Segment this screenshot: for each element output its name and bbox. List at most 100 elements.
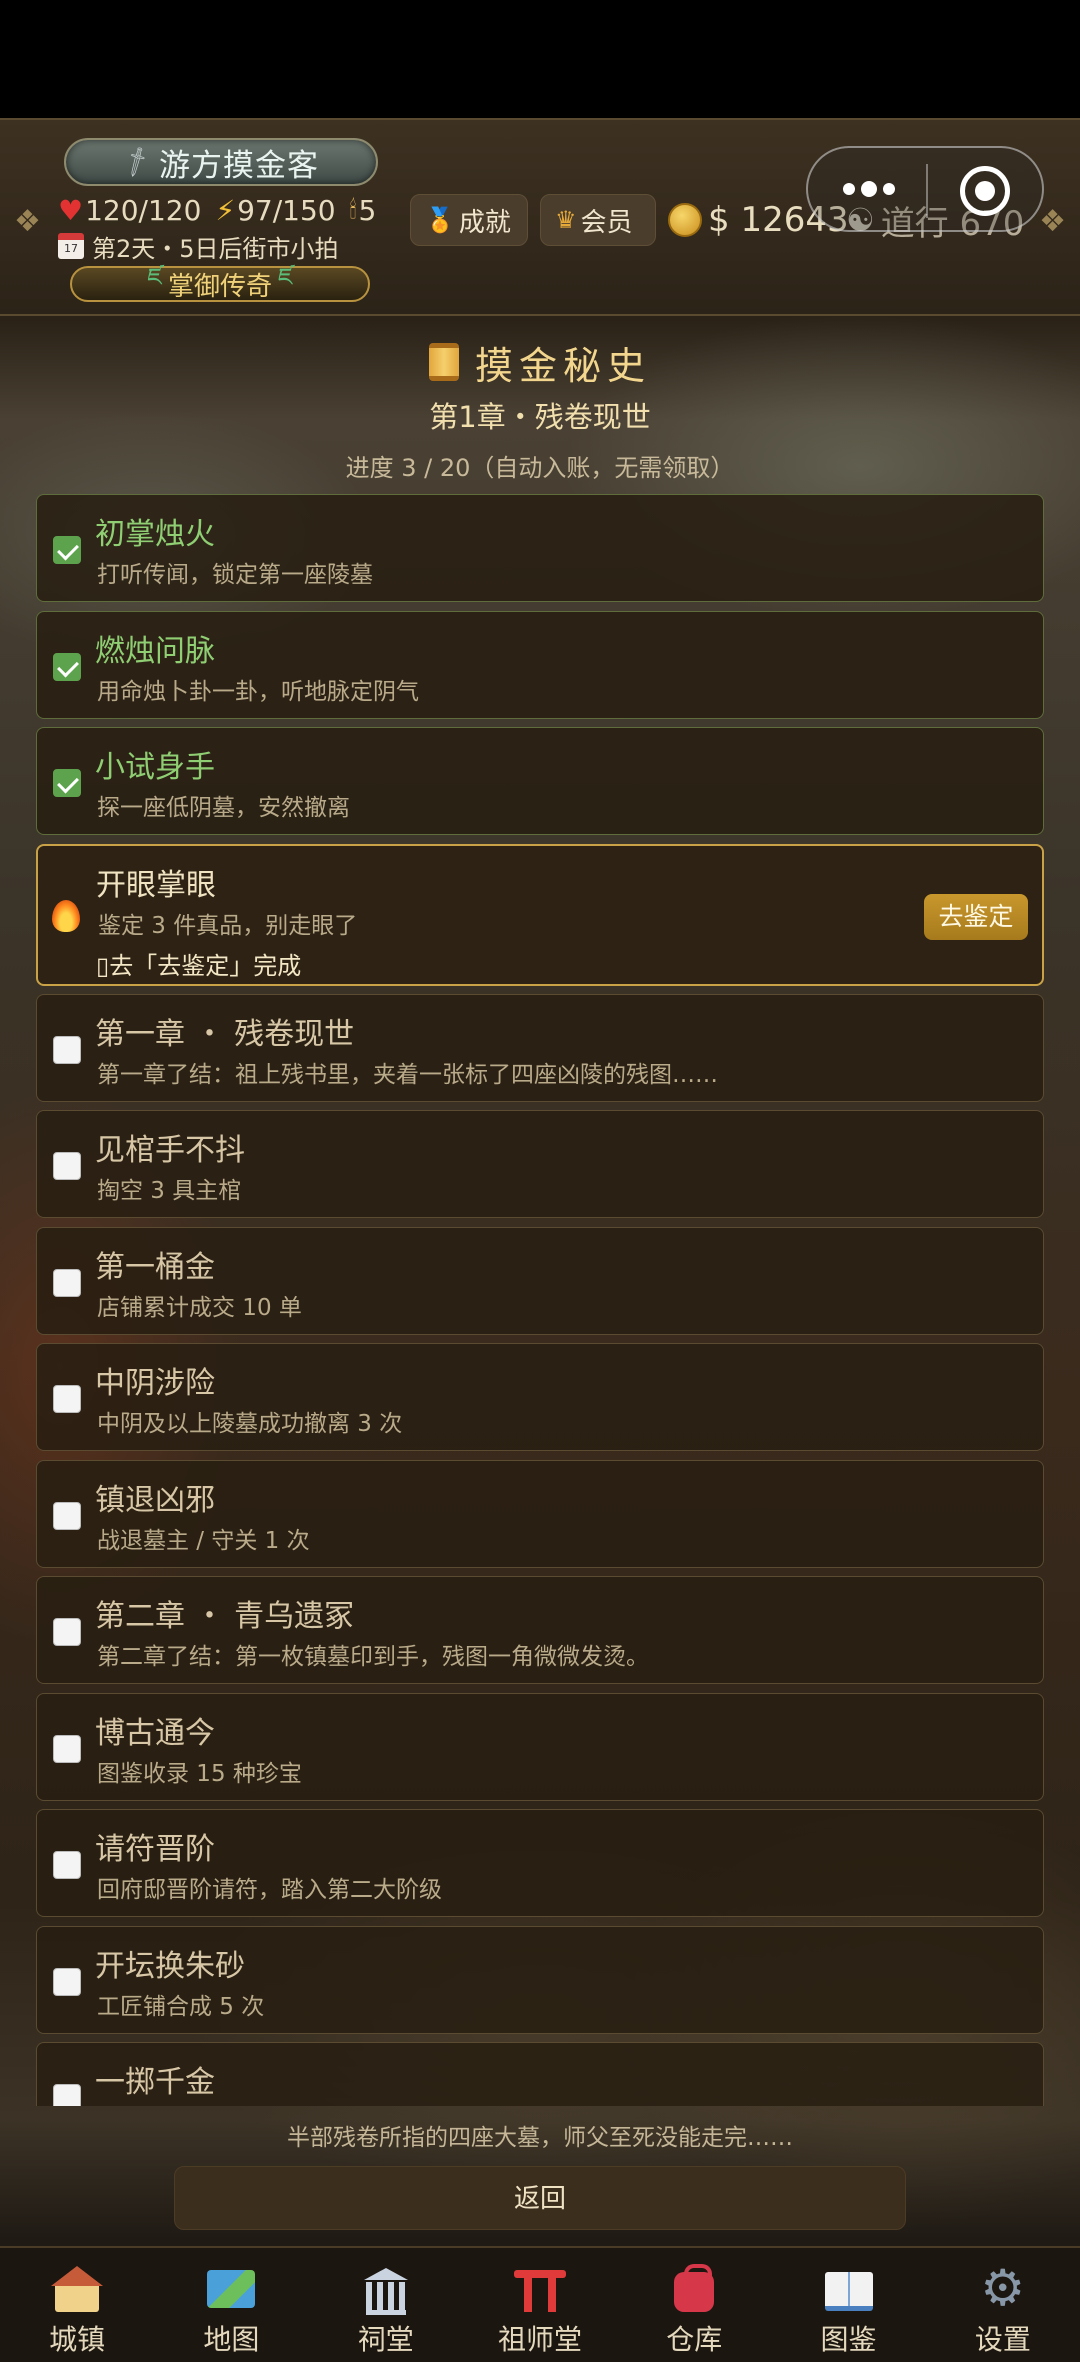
quest-desc: 探一座低阴墓，安然撤离 [97, 795, 350, 821]
player-header: ❖ ❖ 🗡 游方摸金客 ♥ 120/120 ⚡ 97/150 🕯 5 17 第2… [0, 118, 1080, 316]
day-row: 17 第2天・5日后街市小拍 [58, 228, 339, 264]
quest-desc: 工匠铺合成 5 次 [97, 1993, 265, 2020]
quest-item[interactable]: 第一章 ・ 残卷现世第一章了结：祖上残书里，夹着一张标了四座凶陵的残图…… [36, 993, 1044, 1102]
nav-label: 设置 [974, 2323, 1031, 2356]
nav-label: 祖师堂 [497, 2323, 582, 2356]
hp-stat: ♥ 120/120 [58, 194, 201, 227]
quest-item[interactable]: 中阴涉险 中阴及以上陵墓成功撤离 3 次 [36, 1343, 1044, 1451]
bottom-nav: 城镇 地图 祠堂 祖师堂 仓库 图鉴 ⚙ 设置 [0, 2246, 1080, 2362]
quest-checkbox [53, 1851, 81, 1879]
quest-checkbox [53, 652, 81, 681]
map-icon [203, 2260, 259, 2316]
quest-checkbox [53, 1967, 81, 1996]
quest-desc: 第一章了结：祖上残书里，夹着一张标了四座凶陵的残图…… [97, 1061, 718, 1088]
quest-item[interactable]: 第一桶金店铺累计成交 10 单 [36, 1226, 1044, 1335]
quest-desc: 鉴定 3 件真品，别走眼了 [98, 912, 358, 939]
quest-checkbox [53, 1734, 81, 1763]
nav-item[interactable]: ⚙ 设置 [926, 2248, 1080, 2362]
quest-title: 小试身手 [95, 750, 215, 785]
quest-checkbox [53, 1385, 81, 1413]
quest-desc: 用命烛卜卦一卦，听地脉定阴气 [97, 678, 419, 705]
quest-list[interactable]: 初掌烛火打听传闻，锁定第一座陵墓燃烛问脉用命烛卜卦一卦，听地脉定阴气小试身手探一… [36, 494, 1044, 2106]
candle-icon: 🕯 [349, 196, 357, 224]
nav-item[interactable]: 城镇 [0, 2248, 154, 2362]
day-info: 第2天・5日后街市小拍 [92, 234, 339, 263]
book-icon [821, 2260, 877, 2316]
quest-item[interactable]: 初掌烛火打听传闻，锁定第一座陵墓 [36, 494, 1044, 602]
quest-item[interactable]: 镇退凶邪战退墓主 / 守关 1 次 [36, 1459, 1044, 1568]
quest-title: 开坛换朱砂 [95, 1948, 245, 1984]
fire-icon [52, 899, 80, 932]
house-icon [49, 2260, 105, 2316]
crown-icon: ♛ [555, 206, 577, 234]
more-icon[interactable] [836, 174, 902, 204]
temple-icon [358, 2260, 414, 2316]
stats-row: ♥ 120/120 ⚡ 97/150 🕯 5 [58, 190, 376, 230]
quest-title: 镇退凶邪 [95, 1482, 215, 1518]
player-name-plaque[interactable]: 🗡 游方摸金客 [64, 138, 378, 186]
nav-item[interactable]: 祠堂 [309, 2248, 463, 2362]
coin-icon [668, 203, 702, 237]
scroll-icon [428, 343, 459, 381]
sword-icon: 🗡 [118, 144, 156, 180]
nav-label: 祠堂 [357, 2323, 414, 2356]
quest-checkbox [53, 536, 81, 564]
quest-item[interactable]: 燃烛问脉用命烛卜卦一卦，听地脉定阴气 [36, 610, 1044, 719]
candle-stat: 🕯 5 [350, 194, 377, 227]
quest-item[interactable]: 一掷千金 [36, 2042, 1044, 2106]
page-title-text: 摸金秘史 [474, 343, 651, 388]
page-title: 摸金秘史 [0, 334, 1080, 390]
quest-title: 第一桶金 [95, 1249, 215, 1285]
quest-checkbox [53, 1501, 81, 1530]
calendar-icon: 17 [58, 233, 84, 259]
rank-title: 掌御传奇 [167, 271, 272, 302]
close-target-icon[interactable] [960, 166, 1010, 216]
nav-item[interactable]: 图鉴 [771, 2248, 925, 2362]
quest-item[interactable]: 博古通今 图鉴收录 15 种珍宝 [36, 1692, 1044, 1801]
nav-label: 地图 [203, 2323, 260, 2356]
nav-label: 仓库 [666, 2323, 723, 2356]
nav-item[interactable]: 祖师堂 [463, 2248, 617, 2362]
quest-item[interactable]: 见棺手不抖 掏空 3 具主棺 [36, 1110, 1044, 1218]
app-root: ❖ ❖ 🗡 游方摸金客 ♥ 120/120 ⚡ 97/150 🕯 5 17 第2… [0, 0, 1080, 2362]
quest-desc: 店铺累计成交 10 单 [97, 1294, 302, 1321]
quest-title: 博古通今 [95, 1715, 215, 1751]
quest-checkbox [53, 1618, 81, 1646]
quest-title: 请符晋阶 [95, 1832, 215, 1867]
backpack-icon [666, 2260, 722, 2316]
quest-desc: 打听传闻，锁定第一座陵墓 [97, 562, 373, 588]
lightning-icon: ⚡ [215, 193, 236, 227]
footer-quote: 半部残卷所指的四座大墓，师父至死没能走完…… [287, 2125, 793, 2151]
ornament-right-icon: ❖ [1039, 204, 1066, 239]
candle-value: 5 [358, 193, 377, 227]
energy-value: 97/150 [237, 193, 336, 227]
quest-desc: 战退墓主 / 守关 1 次 [97, 1527, 310, 1554]
quest-item[interactable]: 小试身手探一座低阴墓，安然撤离 [36, 727, 1044, 835]
energy-stat: ⚡ 97/150 [215, 194, 335, 227]
quest-title: 第一章 ・ 残卷现世 [95, 1016, 355, 1052]
quest-title: 开眼掌眼 [96, 867, 216, 903]
member-label: 会员 [580, 207, 633, 238]
heart-icon: ♥ [58, 193, 84, 227]
back-button[interactable]: 返回 [174, 2166, 906, 2230]
achievements-button[interactable]: 🏅 成就 [410, 194, 528, 246]
member-button[interactable]: ♛ 会员 [540, 194, 656, 246]
quest-title: 燃烛问脉 [95, 633, 215, 669]
dragon-curl-left-icon: ཛ [147, 262, 162, 291]
quest-title: 初掌烛火 [95, 517, 215, 552]
quest-item[interactable]: 开眼掌眼 鉴定 3 件真品，别走眼了 ▯去「去鉴定」完成 去鉴定 [36, 843, 1044, 986]
quest-item[interactable]: 请符晋阶 回府邸晋阶请符，踏入第二大阶级 [36, 1809, 1044, 1917]
quest-checkbox [53, 1268, 81, 1297]
quest-item[interactable]: 第二章 ・ 青乌遗冢 第二章了结：第一枚镇墓印到手，残图一角微微发烫。 [36, 1576, 1044, 1684]
quest-checkbox [53, 1035, 81, 1064]
quest-desc: 第二章了结：第一枚镇墓印到手，残图一角微微发烫。 [97, 1644, 649, 1670]
nav-item[interactable]: 地图 [154, 2248, 308, 2362]
quest-title: 中阴涉险 [95, 1366, 215, 1401]
capsule-divider [926, 164, 928, 218]
nav-label: 城镇 [49, 2323, 106, 2356]
quest-desc: 掏空 3 具主棺 [97, 1178, 242, 1204]
nav-item[interactable]: 仓库 [617, 2248, 771, 2362]
achievements-label: 成就 [458, 207, 511, 238]
go-appraise-button[interactable]: 去鉴定 [924, 893, 1028, 940]
quest-item[interactable]: 开坛换朱砂工匠铺合成 5 次 [36, 1925, 1044, 2034]
